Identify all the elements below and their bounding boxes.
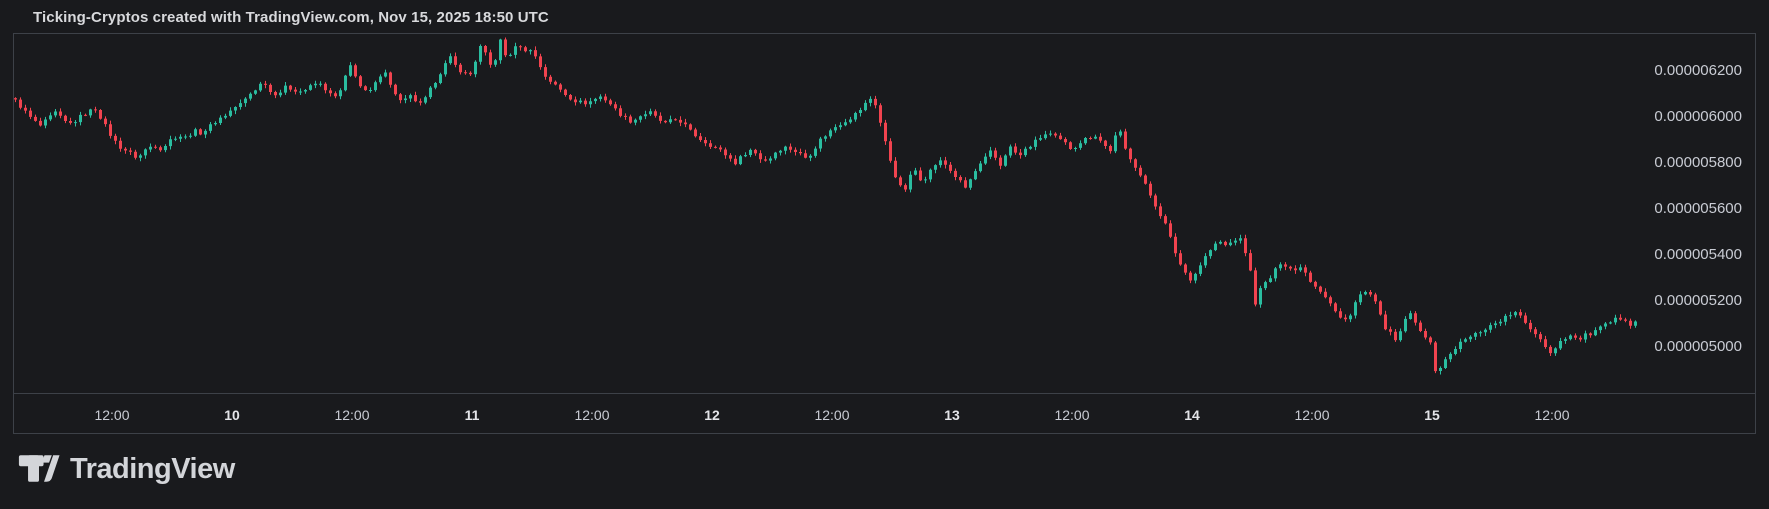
tradingview-logo: TradingView: [18, 449, 235, 489]
price-axis-label: 0.000005400: [1622, 246, 1742, 264]
time-axis-label-day: 12: [672, 406, 752, 424]
price-axis-label: 0.000006000: [1622, 108, 1742, 126]
price-axis-label: 0.000006200: [1622, 62, 1742, 80]
price-axis-label: 0.000005000: [1622, 338, 1742, 356]
tradingview-wordmark: TradingView: [70, 453, 235, 486]
price-axis-label: 0.000005800: [1622, 154, 1742, 172]
time-axis-label-hour: 12:00: [72, 406, 152, 424]
time-axis-label-day: 10: [192, 406, 272, 424]
time-axis-label-hour: 12:00: [1272, 406, 1352, 424]
time-axis-label-hour: 12:00: [552, 406, 632, 424]
time-axis-separator: [14, 393, 1755, 394]
price-axis-label: 0.000005600: [1622, 200, 1742, 218]
time-axis-label-hour: 12:00: [792, 406, 872, 424]
time-axis-label-hour: 12:00: [1512, 406, 1592, 424]
price-axis-label: 0.000005200: [1622, 292, 1742, 310]
tradingview-chart-screenshot: Ticking-Cryptos created with TradingView…: [0, 0, 1769, 509]
time-axis-label-hour: 12:00: [1032, 406, 1112, 424]
time-axis-label-day: 14: [1152, 406, 1232, 424]
tradingview-logo-icon: [18, 449, 60, 489]
chart-frame: [13, 33, 1756, 434]
time-axis-label-day: 11: [432, 406, 512, 424]
time-axis-label-day: 15: [1392, 406, 1472, 424]
time-axis-label-day: 13: [912, 406, 992, 424]
time-axis-label-hour: 12:00: [312, 406, 392, 424]
